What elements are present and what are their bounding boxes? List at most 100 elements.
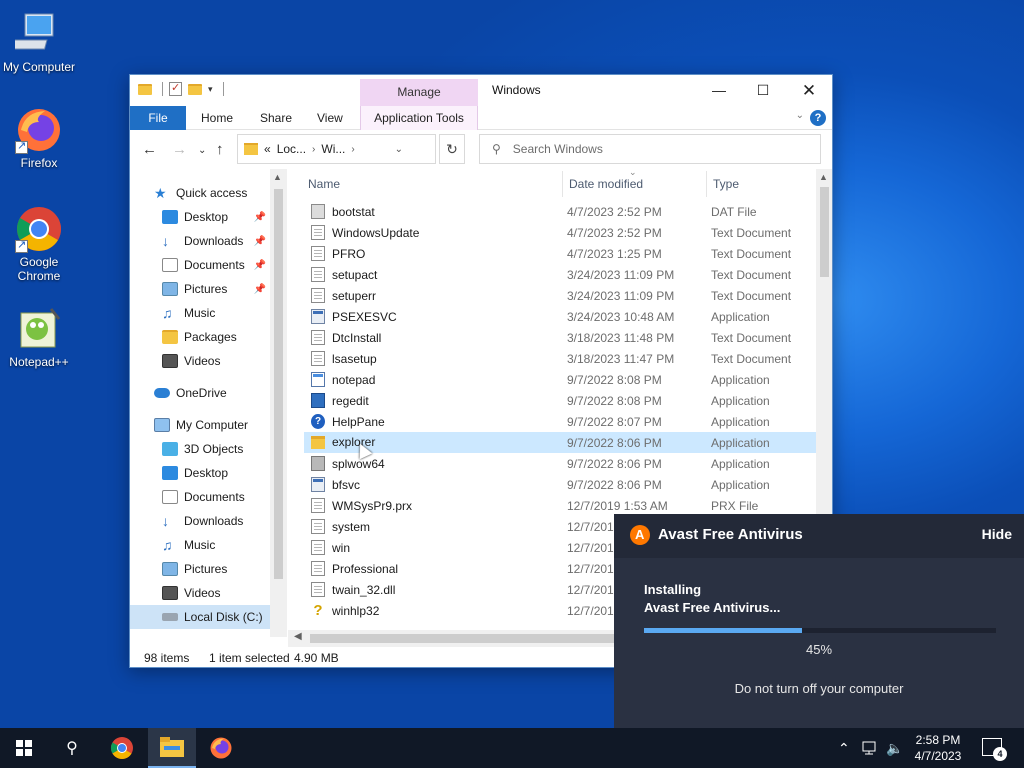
firefox-icon — [210, 737, 232, 759]
maximize-button[interactable]: ☐ — [740, 75, 786, 106]
selection-count: 1 item selected — [209, 651, 290, 665]
up-button[interactable]: ↑ — [216, 141, 224, 158]
breadcrumb-segment[interactable]: Loc... — [277, 142, 306, 156]
taskbar-file-explorer[interactable] — [148, 728, 196, 768]
file-name: setupact — [332, 267, 378, 282]
scrollbar-thumb[interactable] — [274, 189, 283, 579]
nav-item-videos[interactable]: Videos — [162, 349, 270, 373]
nav-pane-scrollbar[interactable]: ▲ — [270, 169, 287, 637]
minimize-button[interactable]: — — [696, 75, 742, 106]
file-row[interactable]: setupact 3/24/2023 11:09 PM Text Document — [304, 264, 816, 285]
ribbon-tabs: File Home Share View Application Tools ⌄… — [130, 106, 832, 130]
nav-item-music[interactable]: ♫ Music — [162, 533, 270, 557]
nav-item-downloads[interactable]: ↓ Downloads 📌 — [162, 229, 270, 253]
hide-button[interactable]: Hide — [982, 526, 1012, 542]
file-row[interactable]: WindowsUpdate 4/7/2023 2:52 PM Text Docume… — [304, 222, 816, 243]
clock[interactable]: 2:58 PM 4/7/2023 — [904, 732, 972, 764]
file-row[interactable]: bootstat 4/7/2023 2:52 PM DAT File — [304, 201, 816, 222]
file-row[interactable]: splwow64 9/7/2022 8:06 PM Application — [304, 453, 816, 474]
nav-my-computer[interactable]: My Computer — [154, 413, 288, 437]
nav-label: Pictures — [184, 282, 228, 296]
nav-item-downloads[interactable]: ↓ Downloads — [162, 509, 270, 533]
close-button[interactable]: ✕ — [786, 75, 832, 106]
action-center-button[interactable]: 4 — [982, 738, 1007, 761]
nav-item-documents[interactable]: Documents — [162, 485, 270, 509]
show-hidden-icons-button[interactable]: ⌃ — [838, 728, 850, 768]
help-icon[interactable]: ? — [810, 110, 826, 126]
nav-item-pictures[interactable]: Pictures 📌 — [162, 277, 270, 301]
address-dropdown-icon[interactable]: ⌄ — [395, 144, 403, 155]
music-icon: ♫ — [162, 305, 173, 321]
volume-icon[interactable]: 🔈 — [886, 728, 903, 768]
file-print-icon — [311, 456, 325, 471]
recent-locations-icon[interactable]: ⌄ — [198, 145, 206, 156]
file-row[interactable]: explorer 9/7/2022 8:06 PM Application — [304, 432, 816, 453]
nav-item-desktop[interactable]: Desktop 📌 — [162, 205, 270, 229]
nav-item-3d-objects[interactable]: 3D Objects — [162, 437, 270, 461]
file-row[interactable]: regedit 9/7/2022 8:08 PM Application — [304, 390, 816, 411]
nav-item-music[interactable]: ♫ Music — [162, 301, 270, 325]
expand-ribbon-icon[interactable]: ⌄ — [796, 110, 804, 121]
column-header-type[interactable]: Type — [713, 169, 739, 199]
windows-start-icon — [16, 740, 32, 756]
tab-application-tools[interactable]: Application Tools — [360, 106, 478, 130]
file-row[interactable]: notepad 9/7/2022 8:08 PM Application — [304, 369, 816, 390]
taskbar-firefox[interactable] — [197, 728, 245, 768]
file-row[interactable]: WMSysPr9.prx 12/7/2019 1:53 AM PRX File — [304, 495, 816, 516]
scrollbar-thumb[interactable] — [820, 187, 829, 277]
file-row[interactable]: ? HelpPane 9/7/2022 8:07 PM Application — [304, 411, 816, 432]
file-row[interactable]: bfsvc 9/7/2022 8:06 PM Application — [304, 474, 816, 495]
breadcrumb-segment[interactable]: Wi... — [321, 142, 345, 156]
column-header-name[interactable]: Name — [308, 169, 340, 199]
customize-toolbar-icon[interactable]: ▾ — [208, 84, 213, 95]
address-bar[interactable]: « Loc... › Wi... › ⌄ — [237, 134, 436, 164]
tab-home[interactable]: Home — [201, 106, 233, 130]
network-icon[interactable] — [862, 728, 880, 768]
file-name-cell: PFRO — [311, 246, 365, 261]
nav-item-pictures[interactable]: Pictures — [162, 557, 270, 581]
refresh-button[interactable]: ↻ — [439, 134, 465, 164]
nav-quick-access[interactable]: ★ Quick access — [154, 181, 288, 205]
taskbar-chrome[interactable] — [98, 728, 146, 768]
start-button[interactable] — [0, 728, 48, 768]
chevron-right-icon[interactable]: › — [351, 144, 354, 155]
desktop-icon-chrome[interactable]: Google Chrome — [0, 205, 78, 283]
nav-item-documents[interactable]: Documents 📌 — [162, 253, 270, 277]
nav-item-desktop[interactable]: Desktop — [162, 461, 270, 485]
tab-file[interactable]: File — [130, 106, 186, 130]
file-row[interactable]: lsasetup 3/18/2023 11:47 PM Text Document — [304, 348, 816, 369]
file-row[interactable]: DtcInstall 3/18/2023 11:48 PM Text Documen… — [304, 327, 816, 348]
back-button[interactable]: ← — [142, 141, 157, 158]
scrollbar-thumb[interactable] — [310, 634, 640, 643]
properties-icon[interactable] — [169, 81, 182, 96]
forward-button[interactable]: → — [172, 141, 187, 158]
breadcrumb-overflow[interactable]: « — [264, 142, 271, 156]
desktop-icon-notepad-plus[interactable]: Notepad++ — [0, 305, 78, 369]
column-divider[interactable] — [562, 171, 563, 197]
column-divider[interactable] — [706, 171, 707, 197]
nav-item-local-disk[interactable]: Local Disk (C:) — [130, 605, 270, 629]
nav-label: Videos — [184, 354, 221, 368]
file-type: Application — [711, 310, 770, 324]
file-row[interactable]: PFRO 4/7/2023 1:25 PM Text Document — [304, 243, 816, 264]
desktop-icon-firefox[interactable]: Firefox — [0, 106, 78, 170]
nav-item-packages[interactable]: Packages — [162, 325, 270, 349]
scroll-left-icon[interactable]: ◀ — [294, 631, 302, 642]
search-input[interactable]: ⚲ Search Windows — [479, 134, 821, 164]
chevron-right-icon[interactable]: › — [312, 144, 315, 155]
file-reg-icon — [311, 393, 325, 408]
tab-share[interactable]: Share — [260, 106, 292, 130]
file-doc-icon — [311, 582, 325, 597]
tab-view[interactable]: View — [317, 106, 343, 130]
new-folder-icon[interactable] — [188, 83, 202, 95]
nav-onedrive[interactable]: OneDrive — [154, 381, 288, 405]
desktop-icon-my-computer[interactable]: My Computer — [0, 10, 78, 74]
nav-item-videos[interactable]: Videos — [162, 581, 270, 605]
scroll-up-icon[interactable]: ▲ — [819, 172, 828, 182]
file-row[interactable]: setuperr 3/24/2023 11:09 PM Text Document — [304, 285, 816, 306]
file-row[interactable]: PSEXESVC 3/24/2023 10:48 AM Application — [304, 306, 816, 327]
tab-manage[interactable]: Manage — [360, 79, 478, 106]
file-date: 4/7/2023 1:25 PM — [567, 247, 662, 261]
search-button[interactable]: ⚲ — [48, 728, 96, 768]
scroll-up-icon[interactable]: ▲ — [273, 172, 282, 182]
